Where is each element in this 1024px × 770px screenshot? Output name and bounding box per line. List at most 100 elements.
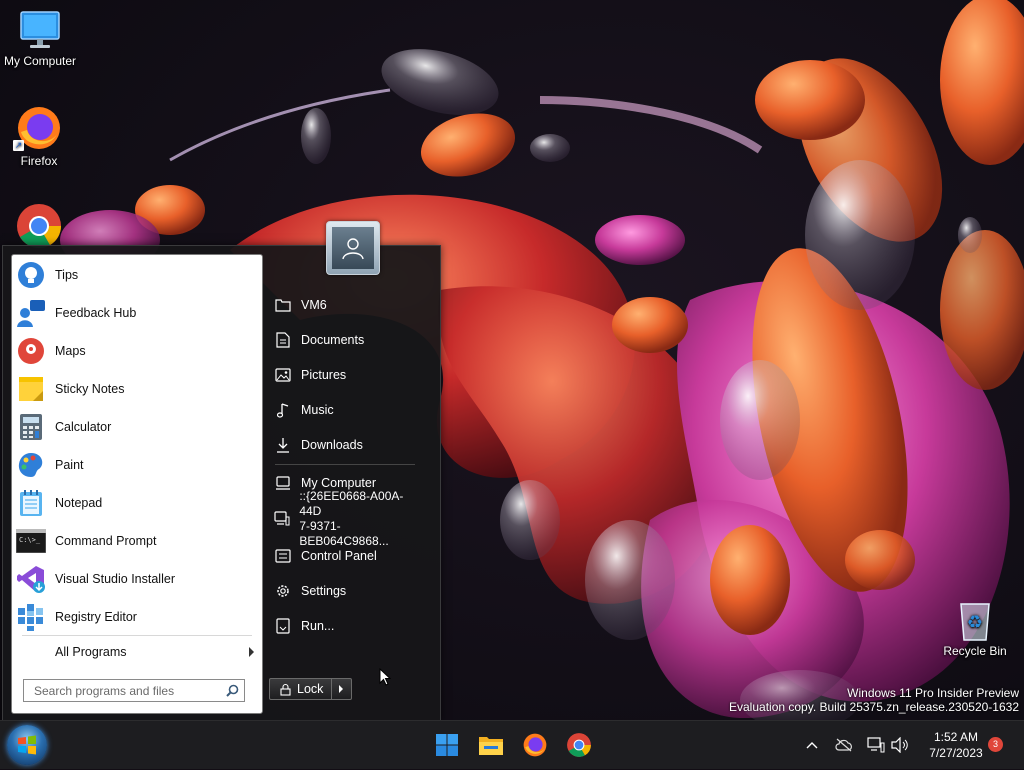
windows-logo-icon — [18, 735, 36, 755]
search-icon[interactable] — [226, 684, 239, 697]
start-menu: Tips Feedback Hub Maps Sticky Notes Calc — [2, 221, 441, 721]
run-icon — [273, 618, 293, 634]
search-input[interactable] — [32, 682, 226, 699]
notification-count-badge[interactable]: 3 — [988, 737, 1003, 752]
taskbar-chrome-button[interactable] — [563, 729, 595, 761]
lock-icon — [280, 683, 291, 696]
place-item-label: Settings — [301, 584, 347, 598]
program-item-notepad[interactable]: Notepad — [14, 484, 260, 522]
svg-text:♻: ♻ — [967, 612, 983, 633]
volume-icon — [891, 737, 908, 753]
program-item-paint[interactable]: Paint — [14, 446, 260, 484]
place-item-control-panel[interactable]: Control Panel — [267, 547, 419, 565]
place-item-pictures[interactable]: Pictures — [267, 366, 419, 384]
tray-cloud-offline-button[interactable] — [834, 735, 854, 755]
place-item-label: Pictures — [301, 368, 347, 382]
chevron-up-icon — [806, 742, 818, 749]
notepad-icon — [16, 488, 46, 518]
all-programs-button[interactable]: All Programs — [14, 639, 260, 665]
network-icon — [867, 737, 885, 753]
place-item-label: Music — [301, 403, 334, 417]
place-item-label: Downloads — [301, 438, 363, 452]
program-item-label: Tips — [55, 268, 79, 282]
program-item-label: Notepad — [55, 496, 103, 510]
shortcut-arrow-icon: ↗ — [13, 140, 24, 151]
start-button[interactable] — [7, 725, 47, 765]
program-item-tips[interactable]: Tips — [14, 256, 260, 294]
watermark-line: Evaluation copy. Build 25375.zn_release.… — [729, 700, 1019, 714]
music-icon — [273, 402, 293, 418]
chevron-right-icon — [249, 647, 254, 657]
taskbar-file-explorer-button[interactable] — [475, 729, 507, 761]
power-options-arrow-button[interactable] — [331, 678, 352, 700]
all-programs-label: All Programs — [55, 645, 127, 659]
user-icon — [342, 238, 364, 260]
taskbar-windows-start-button[interactable] — [431, 729, 463, 761]
recycle-bin-icon: ♻ — [960, 603, 990, 641]
tray-network-button[interactable] — [866, 735, 886, 755]
documents-icon — [273, 332, 293, 348]
place-item-label: My Computer — [301, 476, 377, 490]
lock-button[interactable]: Lock — [269, 678, 332, 700]
desktop-icon-firefox[interactable]: ↗ Firefox — [0, 104, 79, 168]
desktop-icon-label: Firefox — [20, 154, 58, 168]
computer-icon — [273, 475, 293, 491]
taskbar-clock[interactable]: 1:52 AM 7/27/2023 — [916, 729, 996, 761]
calculator-icon — [16, 412, 46, 442]
monitor-icon — [20, 11, 60, 48]
program-item-label: Paint — [55, 458, 84, 472]
network-computer-icon — [273, 511, 291, 527]
place-item-run[interactable]: Run... — [267, 617, 419, 635]
pictures-icon — [273, 368, 293, 382]
desktop-icon-recycle-bin[interactable]: ♻ Recycle Bin — [935, 598, 1015, 658]
program-item-command-prompt[interactable]: C:\>_ Command Prompt — [14, 522, 260, 560]
taskbar-firefox-button[interactable] — [519, 729, 551, 761]
maps-icon — [16, 336, 46, 366]
program-item-sticky-notes[interactable]: Sticky Notes — [14, 370, 260, 408]
watermark-line: Windows 11 Pro Insider Preview — [847, 686, 1019, 700]
desktop-icon-label: My Computer — [3, 54, 77, 68]
place-item-music[interactable]: Music — [267, 401, 419, 419]
file-explorer-icon — [479, 737, 503, 755]
divider — [275, 464, 415, 465]
place-item-vm6[interactable]: VM6 — [267, 296, 419, 314]
visual-studio-installer-icon — [16, 564, 46, 594]
place-item-label: Documents — [301, 333, 365, 347]
program-item-maps[interactable]: Maps — [14, 332, 260, 370]
evaluation-watermark: Windows 11 Pro Insider Preview Evaluatio… — [729, 686, 1019, 714]
feedback-hub-icon — [16, 298, 46, 328]
command-prompt-icon: C:\>_ — [16, 526, 46, 556]
divider — [22, 635, 252, 636]
windows-start-icon — [436, 734, 458, 756]
tray-volume-button[interactable] — [890, 735, 910, 755]
desktop-icon-label: Recycle Bin — [943, 644, 1007, 658]
place-item-network-guid[interactable]: ::{26EE0668-A00A-44D 7-9371-BEB064C9868.… — [267, 489, 419, 548]
user-avatar[interactable] — [326, 221, 380, 275]
firefox-icon — [523, 733, 547, 757]
chrome-icon — [567, 733, 591, 757]
settings-gear-icon — [273, 583, 293, 599]
downloads-icon — [273, 437, 293, 453]
program-item-feedback-hub[interactable]: Feedback Hub — [14, 294, 260, 332]
program-item-calculator[interactable]: Calculator — [14, 408, 260, 446]
place-item-label: Run... — [301, 619, 335, 633]
tips-icon — [16, 260, 46, 290]
chrome-icon — [17, 204, 61, 248]
show-hidden-icons-button[interactable] — [802, 735, 822, 755]
control-panel-icon — [273, 549, 293, 563]
program-item-label: Command Prompt — [55, 534, 157, 548]
place-item-label: ::{26EE0668-A00A-44D 7-9371-BEB064C9868.… — [299, 489, 419, 549]
place-item-label-line1: ::{26EE0668-A00A-44D — [299, 489, 404, 518]
search-box[interactable] — [23, 679, 245, 702]
sticky-notes-icon — [16, 374, 46, 404]
program-item-registry-editor[interactable]: Registry Editor — [14, 598, 260, 636]
place-item-settings[interactable]: Settings — [267, 582, 419, 600]
place-item-documents[interactable]: Documents — [267, 331, 419, 349]
taskbar: 1:52 AM 7/27/2023 3 — [0, 720, 1024, 769]
program-item-visual-studio-installer[interactable]: Visual Studio Installer — [14, 560, 260, 598]
desktop-icon-my-computer[interactable]: My Computer — [0, 8, 80, 68]
place-item-label: Control Panel — [301, 549, 377, 563]
place-item-downloads[interactable]: Downloads — [267, 436, 419, 454]
user-folder-icon — [273, 298, 293, 312]
program-item-label: Feedback Hub — [55, 306, 137, 320]
